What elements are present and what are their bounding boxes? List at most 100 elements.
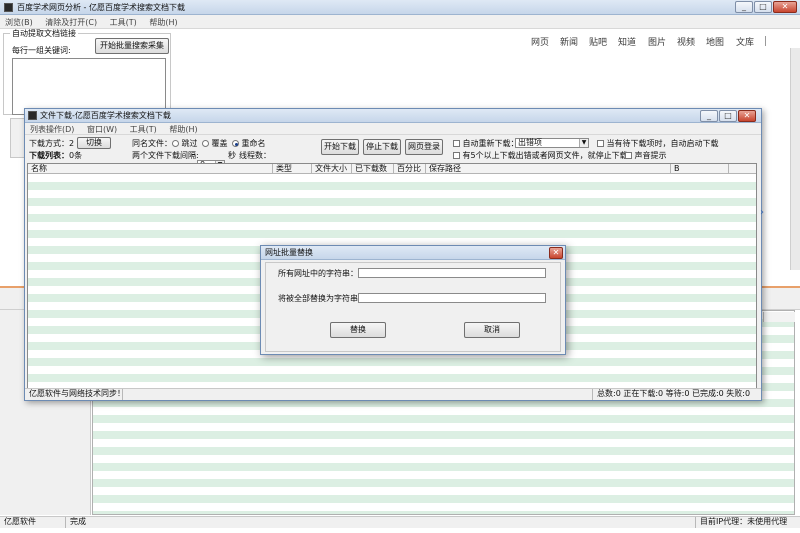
col-path[interactable]: 保存路径: [426, 164, 671, 173]
table-row[interactable]: [93, 455, 794, 463]
radio-skip[interactable]: [172, 140, 179, 147]
main-scrollbar[interactable]: [790, 48, 800, 270]
menu-list-ops[interactable]: 列表操作(D): [25, 124, 79, 135]
table-row[interactable]: [93, 503, 794, 511]
table-row[interactable]: [93, 431, 794, 439]
table-row[interactable]: [93, 447, 794, 455]
rename-option-overwrite[interactable]: 覆盖: [202, 139, 228, 149]
sound-option[interactable]: 声音提示: [625, 151, 667, 161]
nav-map[interactable]: 地图: [706, 35, 724, 48]
col-downloaded[interactable]: 已下载数: [352, 164, 394, 173]
auto-retry-option[interactable]: 自动重新下载：: [453, 139, 519, 149]
table-row[interactable]: [28, 182, 756, 190]
menu-clear-open[interactable]: 清除及打开(C): [40, 17, 102, 28]
menu-dl-help[interactable]: 帮助(H): [164, 124, 202, 135]
table-row[interactable]: [93, 471, 794, 479]
sound-checkbox[interactable]: [625, 152, 632, 159]
chevron-right-icon[interactable]: ›: [760, 207, 764, 218]
close-button[interactable]: ✕: [773, 1, 797, 13]
nav-web[interactable]: 网页: [531, 35, 549, 48]
col-name[interactable]: 名称: [28, 164, 273, 173]
auto-start-checkbox[interactable]: [597, 140, 604, 147]
stop-on-error-checkbox[interactable]: [453, 152, 460, 159]
dialog-close-button[interactable]: ✕: [549, 247, 563, 259]
main-status-right: 目前IP代理：未使用代理: [700, 517, 788, 526]
dialog-body: 所有网址中的字符串： 将被全部替换为字符串： 替换 取消: [265, 262, 561, 352]
extract-links-group: 自动提取文档链接 每行一组关键词: 开始批量搜索采集: [3, 29, 171, 115]
auto-retry-value: 出错项: [518, 138, 542, 147]
table-row[interactable]: [93, 415, 794, 423]
menu-tools[interactable]: 工具(T): [105, 17, 142, 28]
download-minimize-button[interactable]: _: [700, 110, 718, 122]
cancel-button[interactable]: 取消: [464, 322, 520, 338]
col-type[interactable]: 类型: [273, 164, 312, 173]
table-row[interactable]: [28, 206, 756, 214]
table-row[interactable]: [93, 495, 794, 503]
download-status-mid: [123, 389, 593, 400]
table-row[interactable]: [28, 222, 756, 230]
table-row[interactable]: [28, 230, 756, 238]
stop-on-error-option[interactable]: 有5个以上下载出错或者网页文件，就停止下载: [453, 151, 628, 161]
auto-retry-select[interactable]: 出错项 ▼: [515, 138, 589, 148]
list-label-text: 下载列表：: [29, 151, 69, 160]
table-row[interactable]: [93, 423, 794, 431]
table-row[interactable]: [28, 198, 756, 206]
table-row[interactable]: [28, 174, 756, 182]
replace-input[interactable]: [358, 293, 546, 303]
table-row[interactable]: [93, 407, 794, 415]
col-b[interactable]: B: [671, 164, 729, 173]
rename-overwrite-text: 覆盖: [211, 139, 228, 148]
menu-browse[interactable]: 浏览(B): [0, 17, 38, 28]
nav-images[interactable]: 图片: [648, 35, 666, 48]
list-count: 0条: [69, 151, 83, 160]
dialog-title: 网址批量替换: [265, 248, 313, 257]
baidu-nav: 网页 新闻 贴吧 知道 图片 视频 地图 文库: [531, 35, 781, 48]
menu-window[interactable]: 窗口(W): [82, 124, 122, 135]
menu-dl-tools[interactable]: 工具(T): [125, 124, 162, 135]
table-row[interactable]: [93, 463, 794, 471]
main-status-mid: 完成: [66, 517, 696, 528]
minimize-button[interactable]: _: [735, 1, 753, 13]
menu-help[interactable]: 帮助(H): [144, 17, 182, 28]
rename-option-rename[interactable]: 重命名: [232, 139, 266, 149]
radio-rename[interactable]: [232, 140, 239, 147]
auto-start-option[interactable]: 当有待下载项时，自动启动下载: [597, 139, 719, 149]
download-close-button[interactable]: ✕: [738, 110, 756, 122]
col-percent[interactable]: 百分比: [394, 164, 426, 173]
nav-zhidao[interactable]: 知道: [618, 35, 636, 48]
table-row[interactable]: [28, 190, 756, 198]
switch-button[interactable]: 切换: [77, 137, 111, 149]
maximize-button[interactable]: □: [754, 1, 772, 13]
table-row[interactable]: [28, 358, 756, 366]
table-row[interactable]: [28, 366, 756, 374]
main-statusbar: 亿愿软件 完成 目前IP代理：未使用代理: [0, 516, 800, 528]
radio-overwrite[interactable]: [202, 140, 209, 147]
keyword-textarea[interactable]: [12, 58, 166, 115]
start-batch-search-button[interactable]: 开始批量搜索采集: [95, 38, 169, 54]
table-row[interactable]: [93, 487, 794, 495]
nav-news[interactable]: 新闻: [560, 35, 578, 48]
table-row[interactable]: [93, 511, 794, 514]
replace-label: 将被全部替换为字符串：: [278, 294, 366, 303]
url-replace-dialog: 网址批量替换 ✕ 所有网址中的字符串： 将被全部替换为字符串： 替换 取消: [260, 245, 566, 355]
download-titlebar: 文件下载-亿愿百度学术搜索文档下载 _ □ ✕: [25, 109, 761, 123]
col-size[interactable]: 文件大小: [312, 164, 352, 173]
main-titlebar: 百度学术网页分析 - 亿愿百度学术搜索文档下载 _ □ ✕: [0, 0, 800, 15]
download-maximize-button[interactable]: □: [719, 110, 737, 122]
table-row[interactable]: [28, 374, 756, 382]
stop-download-button[interactable]: 停止下载: [363, 139, 401, 155]
nav-video[interactable]: 视频: [677, 35, 695, 48]
table-row[interactable]: [28, 214, 756, 222]
web-login-button[interactable]: 网页登录: [405, 139, 443, 155]
app-icon: [4, 3, 13, 12]
start-download-button[interactable]: 开始下载: [321, 139, 359, 155]
table-row[interactable]: [93, 439, 794, 447]
nav-tieba[interactable]: 贴吧: [589, 35, 607, 48]
auto-retry-checkbox[interactable]: [453, 140, 460, 147]
table-row[interactable]: [93, 479, 794, 487]
nav-wenku[interactable]: 文库: [736, 35, 754, 48]
find-input[interactable]: [358, 268, 546, 278]
rename-option-skip[interactable]: 跳过: [172, 139, 198, 149]
replace-button[interactable]: 替换: [330, 322, 386, 338]
download-list-label: 下载列表：0条: [29, 151, 82, 161]
